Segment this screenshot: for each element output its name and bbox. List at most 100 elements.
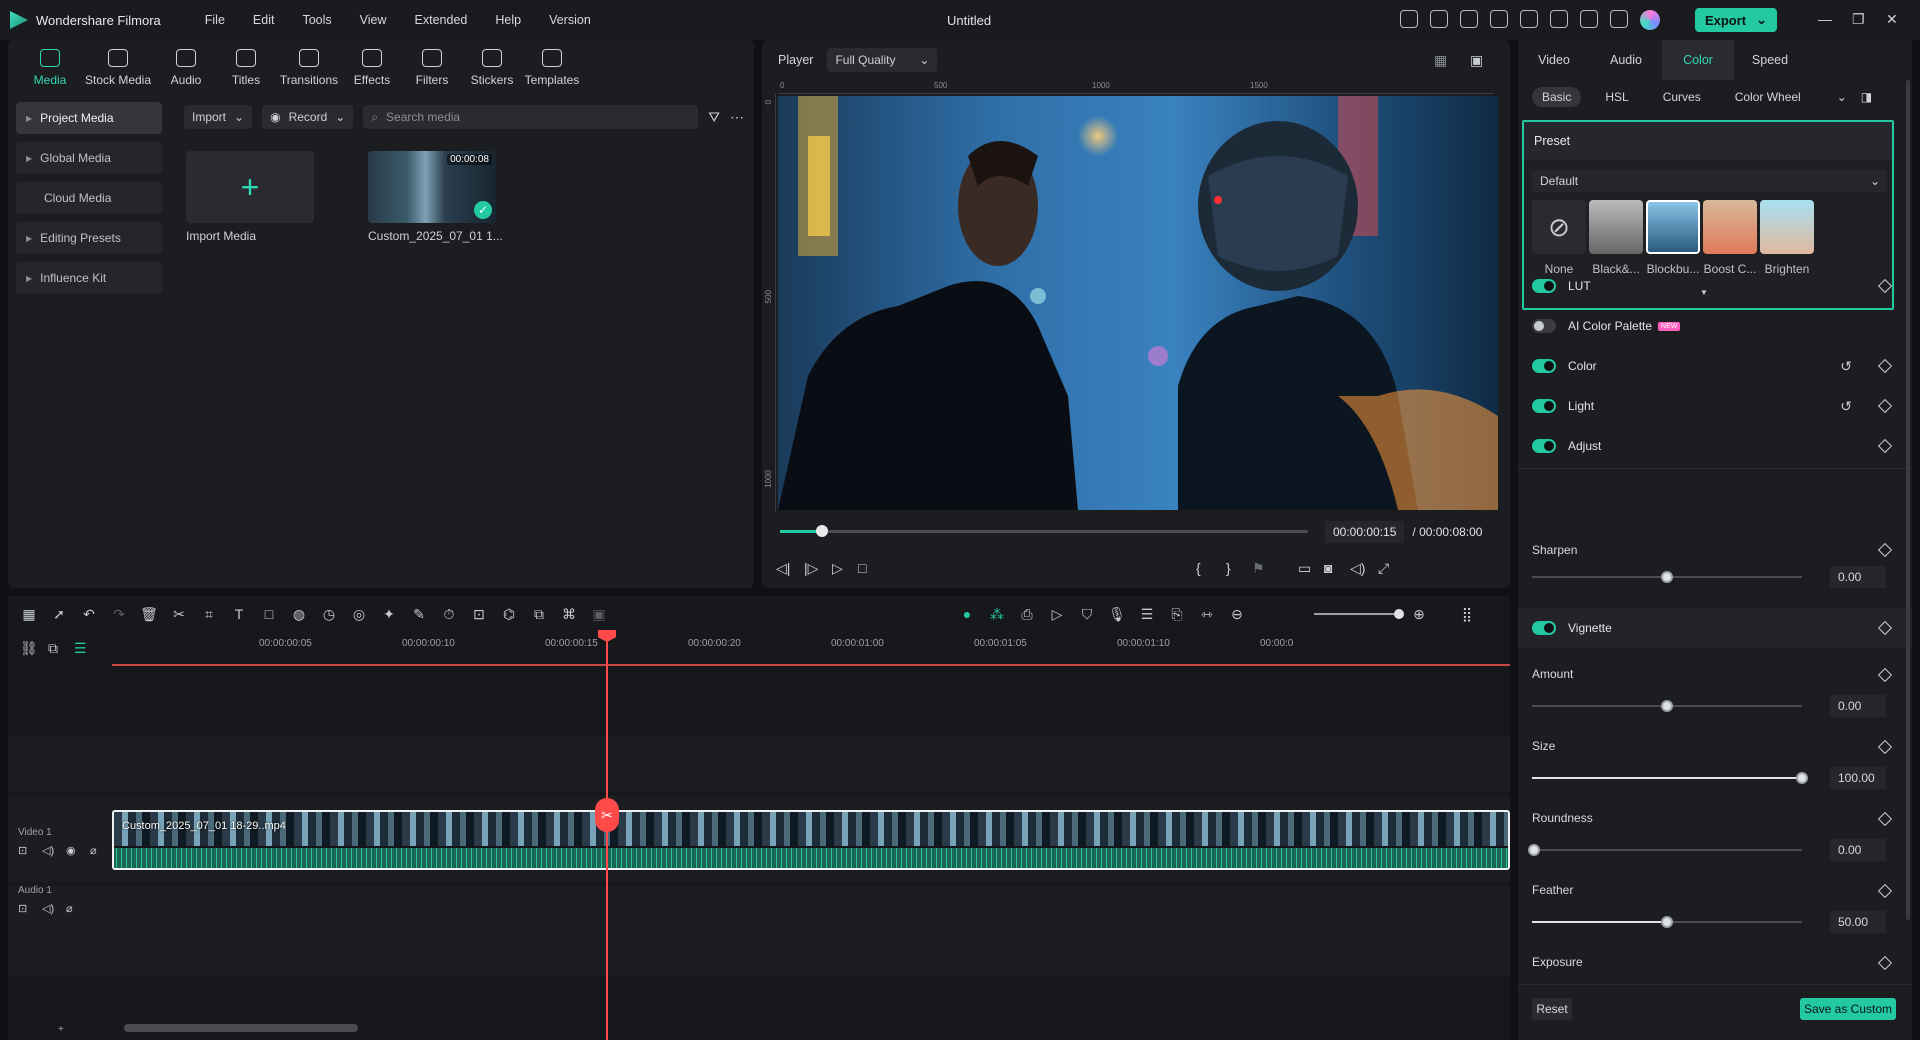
grid-view-icon[interactable]: ⣿ bbox=[1452, 599, 1482, 629]
tool-audio[interactable]: Audio bbox=[156, 40, 216, 96]
audio-mute-icon[interactable]: ⌀ bbox=[66, 902, 73, 915]
keyframe-icon[interactable] bbox=[1877, 739, 1893, 755]
keyframe-icon[interactable] bbox=[1877, 278, 1893, 294]
keyframe-icon[interactable] bbox=[1877, 955, 1893, 971]
preset-dropdown[interactable]: Default ⌄ bbox=[1532, 170, 1886, 192]
ai-palette-toggle[interactable] bbox=[1532, 319, 1556, 333]
track-hide-icon[interactable]: ⌀ bbox=[90, 844, 97, 857]
next-frame-icon[interactable]: |▷ bbox=[804, 560, 818, 577]
playhead[interactable] bbox=[606, 632, 608, 1040]
menu-view[interactable]: View bbox=[346, 13, 401, 27]
save-icon[interactable] bbox=[1520, 10, 1538, 28]
keyframe-icon[interactable] bbox=[1877, 438, 1893, 454]
preset-boost-color[interactable] bbox=[1703, 200, 1757, 254]
cards-icon[interactable] bbox=[1460, 10, 1478, 28]
feather-slider[interactable] bbox=[1532, 916, 1802, 928]
reset-icon[interactable]: ↺ bbox=[1840, 398, 1852, 415]
link-icon[interactable]: ⇿ bbox=[1192, 599, 1222, 629]
progress-knob[interactable] bbox=[816, 525, 829, 537]
section-lut[interactable]: LUT bbox=[1518, 272, 1912, 300]
tab-video[interactable]: Video bbox=[1518, 40, 1590, 80]
tool-transitions[interactable]: Transitions bbox=[276, 40, 342, 96]
slider-knob[interactable] bbox=[1661, 571, 1673, 583]
lut-toggle[interactable] bbox=[1532, 279, 1556, 293]
subtab-color-wheel[interactable]: Color Wheel bbox=[1725, 87, 1811, 107]
tab-color[interactable]: Color bbox=[1662, 40, 1734, 80]
slider-knob[interactable] bbox=[1661, 700, 1673, 712]
tab-audio[interactable]: Audio bbox=[1590, 40, 1662, 80]
preset-brighten[interactable] bbox=[1760, 200, 1814, 254]
tool-stock-media[interactable]: Stock Media bbox=[80, 40, 156, 96]
section-color[interactable]: Color ↺ bbox=[1518, 352, 1912, 380]
menu-version[interactable]: Version bbox=[535, 13, 605, 27]
tool-templates[interactable]: Templates bbox=[522, 40, 582, 96]
tool-effects[interactable]: Effects bbox=[342, 40, 402, 96]
subtab-curves[interactable]: Curves bbox=[1653, 87, 1711, 107]
chevron-down-icon[interactable]: ⌄ bbox=[1837, 90, 1847, 104]
avatar[interactable] bbox=[1640, 10, 1660, 30]
previous-frame-icon[interactable]: ◁| bbox=[776, 560, 790, 577]
amount-slider[interactable] bbox=[1532, 700, 1802, 712]
image-icon[interactable]: ▣ bbox=[1470, 52, 1483, 69]
restore-icon[interactable]: ❐ bbox=[1852, 11, 1865, 28]
feather-value[interactable]: 50.00 bbox=[1830, 911, 1886, 933]
delete-icon[interactable]: 🗑 bbox=[134, 599, 164, 629]
sharpen-slider[interactable] bbox=[1532, 571, 1802, 583]
search-input[interactable]: ⌕ Search media bbox=[363, 105, 699, 129]
light-toggle[interactable] bbox=[1532, 399, 1556, 413]
marker-icon[interactable]: ⚑ bbox=[1252, 560, 1265, 577]
layout-icon[interactable] bbox=[1490, 10, 1508, 28]
keyframe-icon[interactable] bbox=[1877, 883, 1893, 899]
zoom-out-icon[interactable]: ⊖ bbox=[1222, 599, 1252, 629]
reset-icon[interactable]: ↺ bbox=[1840, 358, 1852, 375]
tool-titles[interactable]: Titles bbox=[216, 40, 276, 96]
cut-icon[interactable]: ✂ bbox=[164, 599, 194, 629]
audio-volume-icon[interactable]: ◁) bbox=[42, 902, 54, 915]
mask-icon[interactable]: ◍ bbox=[284, 599, 314, 629]
timeline-scrollbar[interactable] bbox=[124, 1024, 358, 1032]
reset-button[interactable]: Reset bbox=[1532, 998, 1572, 1020]
section-adjust[interactable]: Adjust bbox=[1518, 432, 1912, 460]
preset-blockbuster[interactable] bbox=[1646, 200, 1700, 254]
ai-icon[interactable]: ✦ bbox=[374, 599, 404, 629]
color-icon[interactable]: ◎ bbox=[344, 599, 374, 629]
adjust-toggle[interactable] bbox=[1532, 439, 1556, 453]
playback-progress[interactable] bbox=[780, 525, 1308, 537]
menu-edit[interactable]: Edit bbox=[239, 13, 289, 27]
slider-knob[interactable] bbox=[1661, 916, 1673, 928]
zoom-slider[interactable] bbox=[1314, 609, 1404, 619]
video-clip[interactable]: Custom_2025_07_01 18-29..mp4 bbox=[112, 810, 1510, 870]
subtab-hsl[interactable]: HSL bbox=[1595, 87, 1638, 107]
tab-speed[interactable]: Speed bbox=[1734, 40, 1806, 80]
keyframe-icon[interactable] bbox=[1877, 811, 1893, 827]
play-circle-icon[interactable]: ▷ bbox=[1042, 599, 1072, 629]
text-icon[interactable]: T bbox=[224, 599, 254, 629]
preset-none[interactable]: ⊘ bbox=[1532, 200, 1586, 254]
import-dropdown[interactable]: Import ⌄ bbox=[184, 105, 253, 129]
keyframe-icon[interactable] bbox=[1877, 620, 1893, 636]
mark-in-icon[interactable]: { bbox=[1196, 560, 1201, 576]
zoom-knob[interactable] bbox=[1394, 609, 1404, 619]
keyframe-icon[interactable] bbox=[1877, 358, 1893, 374]
gift-icon[interactable] bbox=[1400, 10, 1418, 28]
compare-icon[interactable]: ◨ bbox=[1861, 90, 1872, 104]
group-icon[interactable]: ⧉ bbox=[524, 599, 554, 629]
camera-icon[interactable]: ⎙ bbox=[1012, 599, 1042, 629]
grid-icon[interactable]: ▦ bbox=[1434, 52, 1447, 69]
shape-icon[interactable]: □ bbox=[254, 599, 284, 629]
panel-scrollbar[interactable] bbox=[1906, 80, 1910, 920]
apps-icon[interactable] bbox=[1610, 10, 1628, 28]
keyframe-icon[interactable] bbox=[1877, 667, 1893, 683]
list-icon[interactable]: ☰ bbox=[1132, 599, 1162, 629]
sidebar-item-influence-kit[interactable]: ▶ Influence Kit bbox=[16, 262, 162, 294]
mark-out-icon[interactable]: } bbox=[1226, 560, 1231, 576]
undo-icon[interactable]: ↶ bbox=[74, 599, 104, 629]
track-lock-icon[interactable]: ⊡ bbox=[18, 844, 27, 857]
menu-tools[interactable]: Tools bbox=[288, 13, 345, 27]
layout-icon[interactable]: ▦ bbox=[14, 599, 44, 629]
close-icon[interactable]: ✕ bbox=[1886, 11, 1898, 28]
volume-icon[interactable]: ◁) bbox=[1350, 560, 1365, 577]
play-icon[interactable]: ▷ bbox=[832, 560, 843, 577]
quality-dropdown[interactable]: Full Quality ⌄ bbox=[827, 48, 938, 72]
amount-value[interactable]: 0.00 bbox=[1830, 695, 1886, 717]
